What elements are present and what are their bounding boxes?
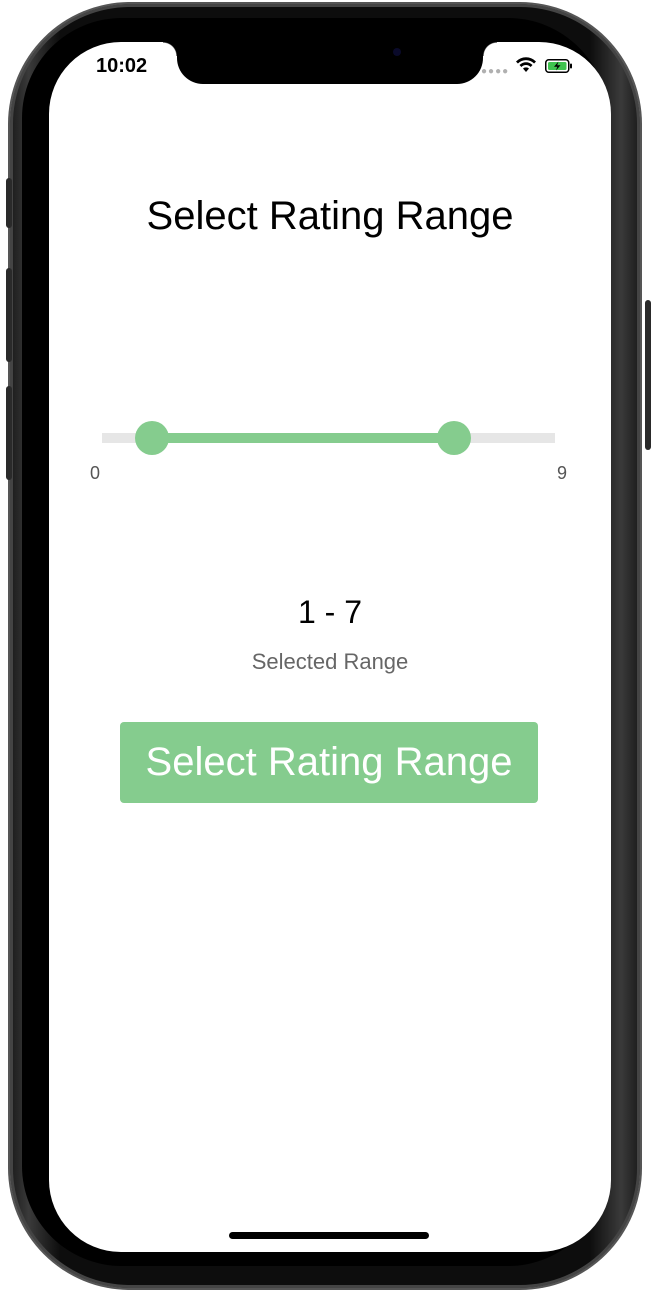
battery-charging-icon [545,59,572,73]
volume-down-button [6,386,12,480]
screen: 10:02 ●●●● Select Rating Range 0 9 1 - 7… [49,42,611,1252]
status-icons: ●●●● [481,56,591,78]
selected-range-value: 1 - 7 [297,594,363,630]
slider-min-label: 0 [90,463,101,483]
slider-max-thumb[interactable] [437,421,472,455]
camera-icon [393,48,401,56]
notch [163,42,497,84]
slider-min-thumb[interactable] [135,421,170,455]
slider-max-label: 9 [557,463,568,483]
signal-dots-icon: ●●●● [481,66,510,77]
slider-selected-track [152,433,455,443]
mute-switch [6,178,12,228]
select-rating-range-button[interactable]: Select Rating Range [120,722,538,803]
volume-up-button [6,268,12,362]
selected-range-caption: Selected Range [251,649,409,674]
power-button [645,300,651,450]
status-time: 10:02 [96,55,148,77]
page-title: Select Rating Range [146,194,514,238]
wifi-icon [516,57,536,72]
rating-range-slider[interactable] [102,418,555,458]
home-indicator [229,1232,429,1239]
